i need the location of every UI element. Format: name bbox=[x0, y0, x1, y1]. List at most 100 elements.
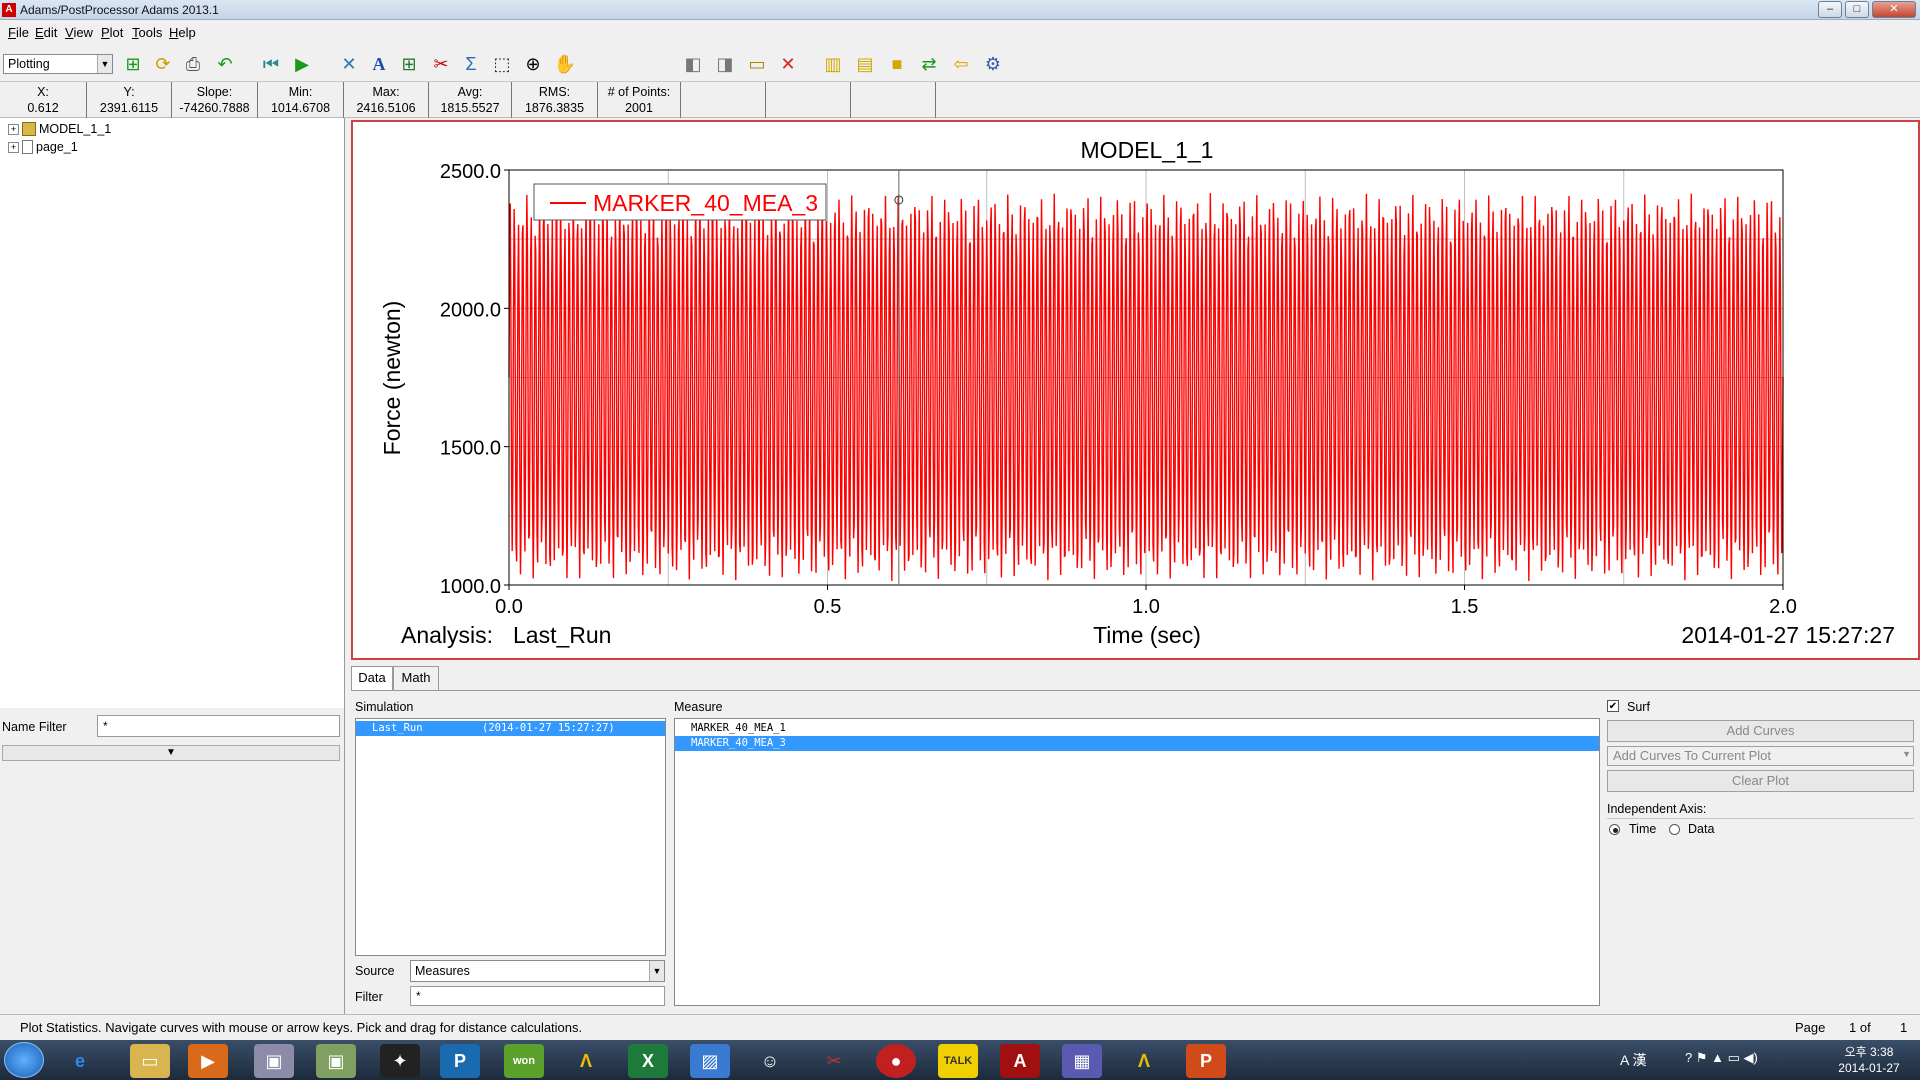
media-icon[interactable]: ▶ bbox=[188, 1044, 228, 1078]
ime-indicator[interactable]: A 漢 bbox=[1620, 1050, 1646, 1070]
app-tools-icon[interactable]: ✂ bbox=[814, 1044, 854, 1078]
app-adams-icon[interactable]: Λ bbox=[566, 1044, 606, 1078]
app-record-icon[interactable]: ● bbox=[876, 1044, 916, 1078]
simulation-list[interactable]: Last_Run (2014-01-27 15:27:27) bbox=[355, 718, 666, 956]
minimize-button[interactable]: – bbox=[1818, 1, 1842, 18]
list-item[interactable]: MARKER_40_MEA_3 bbox=[675, 736, 1599, 751]
y-tick-labels: 1000.0 1500.0 2000.0 2500.0 bbox=[440, 161, 509, 598]
tab-math[interactable]: Math bbox=[393, 666, 439, 690]
sum-icon[interactable]: Σ bbox=[458, 51, 484, 77]
menu-tools[interactable]: Tools bbox=[132, 25, 162, 40]
stat-x: X: 0.612 bbox=[0, 82, 87, 118]
kakaotalk-icon[interactable]: TALK bbox=[938, 1044, 978, 1078]
zoom-box-icon[interactable]: ⬚ bbox=[489, 51, 515, 77]
grid-icon[interactable]: ⊞ bbox=[396, 51, 422, 77]
chevron-down-icon: ▼ bbox=[1902, 749, 1911, 759]
maximize-button[interactable]: □ bbox=[1845, 1, 1869, 18]
collapse-toggle[interactable]: ▼ bbox=[2, 745, 340, 761]
app-window-2-icon[interactable]: ▣ bbox=[316, 1044, 356, 1078]
app-grid-icon[interactable]: ▦ bbox=[1062, 1044, 1102, 1078]
text-annotation-icon[interactable]: A bbox=[366, 51, 392, 77]
start-button[interactable] bbox=[4, 1042, 44, 1078]
app-p-icon[interactable]: P bbox=[440, 1044, 480, 1078]
menu-help[interactable]: Help bbox=[169, 25, 196, 40]
add-mode-select[interactable]: Add Curves To Current Plot ▼ bbox=[1607, 746, 1914, 766]
x-axis-label: Time (sec) bbox=[1093, 622, 1201, 648]
app-panda-icon[interactable]: ☺ bbox=[750, 1044, 790, 1078]
tray-icons[interactable]: ? ⚑ ▲ ▭ ◀) bbox=[1685, 1050, 1758, 1066]
status-bar: Plot Statistics. Navigate curves with mo… bbox=[0, 1014, 1920, 1040]
list-item[interactable]: Last_Run (2014-01-27 15:27:27) bbox=[356, 721, 665, 736]
list-item[interactable]: MARKER_40_MEA_1 bbox=[675, 721, 1599, 736]
layout-3-icon[interactable]: ■ bbox=[884, 51, 910, 77]
stat-max: Max: 2416.5106 bbox=[344, 82, 429, 118]
radio-time[interactable] bbox=[1609, 824, 1620, 835]
tree-item-page[interactable]: + page_1 bbox=[8, 140, 78, 154]
print-icon[interactable]: ⎙ bbox=[180, 51, 206, 77]
clock[interactable]: 오후 3:38 2014-01-27 bbox=[1822, 1044, 1916, 1076]
swap-icon[interactable]: ⇄ bbox=[916, 51, 942, 77]
radio-data[interactable] bbox=[1669, 824, 1680, 835]
plot-panel: MODEL_1_1 1000.0 1500.0 2000.0 2500.0 0.0 0.… bbox=[351, 120, 1920, 660]
app-won-icon[interactable]: won bbox=[504, 1044, 544, 1078]
layout-2-icon[interactable]: ▤ bbox=[852, 51, 878, 77]
menu-plot[interactable]: Plot bbox=[101, 25, 123, 40]
arrow-left-icon[interactable]: ⇦ bbox=[948, 51, 974, 77]
filter-input[interactable]: * bbox=[410, 986, 665, 1006]
curve-edit-icon[interactable]: ✂ bbox=[428, 51, 454, 77]
menu-file[interactable]: File bbox=[8, 25, 29, 40]
measure-list[interactable]: MARKER_40_MEA_1 MARKER_40_MEA_3 bbox=[674, 718, 1600, 1006]
new-page-icon[interactable]: ⊞ bbox=[120, 51, 146, 77]
mode-select[interactable]: Plotting ▼ bbox=[3, 54, 113, 74]
analysis-value: Last_Run bbox=[513, 622, 611, 648]
surf-label: Surf bbox=[1627, 700, 1650, 714]
explorer-icon[interactable]: ▭ bbox=[130, 1044, 170, 1078]
expand-icon[interactable]: + bbox=[8, 123, 19, 135]
settings-gear-icon[interactable]: ⚙ bbox=[980, 51, 1006, 77]
stat-y: Y: 2391.6115 bbox=[87, 82, 172, 118]
delete-page-icon[interactable]: ✕ bbox=[775, 51, 801, 77]
menu-edit[interactable]: Edit bbox=[35, 25, 57, 40]
measure-label: Measure bbox=[674, 700, 723, 714]
pan-hand-icon[interactable]: ✋ bbox=[552, 51, 578, 77]
app-adams-view-icon[interactable]: A bbox=[1000, 1044, 1040, 1078]
app-adams-2-icon[interactable]: Λ bbox=[1124, 1044, 1164, 1078]
clear-plot-button[interactable]: Clear Plot bbox=[1607, 770, 1914, 792]
excel-icon[interactable]: X bbox=[628, 1044, 668, 1078]
expand-icon[interactable]: + bbox=[8, 141, 19, 153]
new-page-2-icon[interactable]: ▭ bbox=[744, 51, 770, 77]
stat-avg: Avg: 1815.5527 bbox=[429, 82, 512, 118]
powerpoint-icon[interactable]: P bbox=[1186, 1044, 1226, 1078]
name-filter-input[interactable]: * bbox=[97, 715, 340, 737]
page-label: Page bbox=[1795, 1020, 1826, 1035]
menu-view[interactable]: View bbox=[65, 25, 93, 40]
undo-icon[interactable]: ↶ bbox=[212, 51, 238, 77]
status-message: Plot Statistics. Navigate curves with mo… bbox=[20, 1020, 583, 1035]
source-select[interactable]: Measures ▼ bbox=[410, 960, 665, 982]
tools-icon[interactable]: ✕ bbox=[336, 51, 362, 77]
app-ansys-icon[interactable]: ✦ bbox=[380, 1044, 420, 1078]
series-marker-40-mea-3[interactable] bbox=[508, 193, 1784, 581]
y-tick-label: 1000.0 bbox=[440, 576, 501, 598]
fit-icon[interactable]: ⊕ bbox=[520, 51, 546, 77]
plot-canvas[interactable]: MODEL_1_1 1000.01500.02000.02500.0 0.0 0.… bbox=[353, 122, 1918, 658]
app-window-icon[interactable]: ▣ bbox=[254, 1044, 294, 1078]
stat-empty-3 bbox=[851, 82, 936, 118]
next-page-icon[interactable]: ◨ bbox=[712, 51, 738, 77]
play-icon[interactable]: ▶ bbox=[289, 51, 315, 77]
refresh-icon[interactable]: ⟳ bbox=[150, 51, 176, 77]
app-b-icon[interactable]: ▨ bbox=[690, 1044, 730, 1078]
surf-checkbox[interactable]: ✔ bbox=[1607, 700, 1619, 712]
tab-data[interactable]: Data bbox=[351, 666, 393, 690]
close-button[interactable]: ✕ bbox=[1872, 1, 1916, 18]
page-total: 1 bbox=[1900, 1020, 1908, 1035]
analysis-label: Analysis: bbox=[401, 622, 493, 648]
prev-page-icon[interactable]: ◧ bbox=[680, 51, 706, 77]
layout-1-icon[interactable]: ▥ bbox=[820, 51, 846, 77]
first-frame-icon[interactable]: ⏮ bbox=[258, 51, 284, 77]
legend[interactable]: MARKER_40_MEA_3 bbox=[533, 183, 827, 221]
y-tick-label: 1500.0 bbox=[440, 438, 501, 460]
add-curves-button[interactable]: Add Curves bbox=[1607, 720, 1914, 742]
tree-item-model[interactable]: + MODEL_1_1 bbox=[8, 122, 111, 136]
ie-icon[interactable]: e bbox=[60, 1044, 100, 1078]
